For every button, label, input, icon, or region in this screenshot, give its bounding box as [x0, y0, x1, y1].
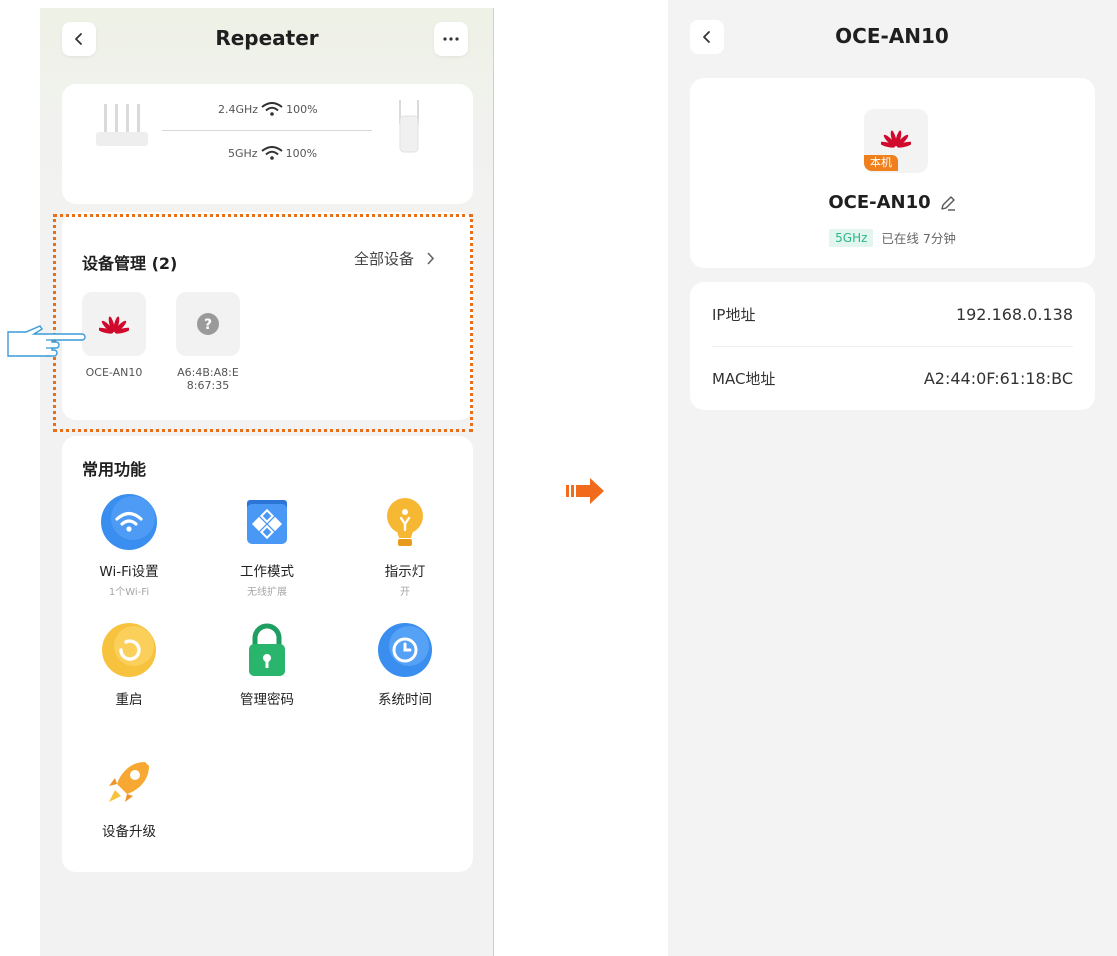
feature-sub: 开 — [400, 587, 410, 598]
device-status-row: 5GHz 已在线 7分钟 — [690, 228, 1095, 247]
feature-label: Wi-Fi设置 — [99, 564, 159, 580]
feature-sub: 1个Wi-Fi — [108, 587, 150, 598]
band-tag: 5GHz — [829, 228, 874, 247]
device-detail-list: IP地址 192.168.0.138 MAC地址 A2:44:0F:61:18:… — [690, 282, 1095, 410]
device-name-row: OCE-AN10 — [690, 192, 1095, 213]
feature-label: 指示灯 — [384, 564, 426, 580]
device-logo-tile: 本机 — [864, 109, 928, 173]
feature-work-mode[interactable]: 工作模式 无线扩展 — [212, 494, 322, 598]
band-24-status: 2.4GHz 100% — [218, 102, 318, 116]
feature-wifi-settings[interactable]: Wi-Fi设置 1个Wi-Fi — [74, 494, 184, 598]
topology-card: 2.4GHz 100% 5GHz 100% — [62, 84, 473, 204]
more-button[interactable] — [434, 22, 468, 56]
back-button[interactable] — [62, 22, 96, 56]
wifi-signal-icon — [261, 102, 283, 116]
section-title: 常用功能 — [82, 460, 147, 479]
feature-label: 系统时间 — [378, 692, 432, 708]
feature-label: 设备升级 — [102, 824, 156, 840]
bulb-icon — [377, 494, 433, 550]
feature-restart[interactable]: 重启 — [74, 622, 184, 708]
router-icon — [96, 104, 148, 146]
feature-label: 工作模式 — [240, 564, 294, 580]
edit-pencil-icon[interactable] — [939, 194, 957, 212]
transition-arrow-icon — [566, 478, 604, 504]
page-title: OCE-AN10 — [835, 24, 949, 48]
more-dots-icon — [443, 37, 459, 41]
common-functions-card: 常用功能 Wi-Fi设置 1个Wi-Fi 工作模式 无线扩展 指示灯 开 重启 … — [62, 436, 473, 872]
feature-system-time[interactable]: 系统时间 — [350, 622, 460, 708]
info-value: A2:44:0F:61:18:BC — [923, 369, 1073, 388]
feature-sub: 无线扩展 — [247, 587, 287, 598]
feature-admin-password[interactable]: 管理密码 — [212, 622, 322, 708]
band-5-signal: 100% — [285, 146, 318, 160]
band-24-label: 2.4GHz — [218, 102, 259, 116]
feature-indicator-light[interactable]: 指示灯 开 — [350, 494, 460, 598]
link-line — [162, 130, 372, 131]
back-button[interactable] — [690, 20, 724, 54]
info-label: IP地址 — [712, 306, 756, 324]
highlight-box — [53, 214, 473, 432]
lock-icon — [239, 622, 295, 678]
device-name: OCE-AN10 — [828, 192, 931, 213]
info-value: 192.168.0.138 — [955, 305, 1073, 324]
band-5-status: 5GHz 100% — [228, 146, 317, 160]
band-24-signal: 100% — [286, 102, 318, 116]
device-info-card: 本机 OCE-AN10 5GHz 已在线 7分钟 — [690, 78, 1095, 268]
feature-label: 重启 — [115, 692, 143, 708]
ip-address-row: IP地址 192.168.0.138 — [712, 304, 1073, 325]
feature-firmware-upgrade[interactable]: 设备升级 — [74, 754, 184, 840]
online-status: 已在线 7分钟 — [881, 231, 956, 246]
band-5-label: 5GHz — [228, 146, 258, 160]
wifi-icon — [101, 494, 157, 550]
chevron-left-icon — [75, 33, 82, 45]
wifi-signal-icon — [260, 146, 283, 160]
local-device-badge: 本机 — [864, 155, 898, 171]
mac-address-row: MAC地址 A2:44:0F:61:18:BC — [712, 368, 1073, 389]
device-detail-screen: OCE-AN10 本机 OCE-AN10 5GHz 已在线 7分钟 IP地址 1… — [668, 0, 1117, 956]
restart-icon — [101, 622, 157, 678]
pointing-hand-icon — [7, 325, 86, 357]
clock-icon — [377, 622, 433, 678]
divider — [712, 346, 1073, 347]
repeater-device-icon — [399, 100, 419, 153]
rocket-icon — [101, 754, 157, 810]
chevron-left-icon — [703, 31, 710, 43]
huawei-logo-icon — [881, 130, 911, 148]
info-label: MAC地址 — [712, 370, 776, 388]
feature-label: 管理密码 — [240, 692, 294, 708]
page-title: Repeater — [215, 26, 319, 50]
repeater-screen: Repeater 2.4GHz 100% 5GHz 100% 设备管理 (2) — [40, 8, 494, 956]
work-mode-icon — [239, 494, 295, 550]
